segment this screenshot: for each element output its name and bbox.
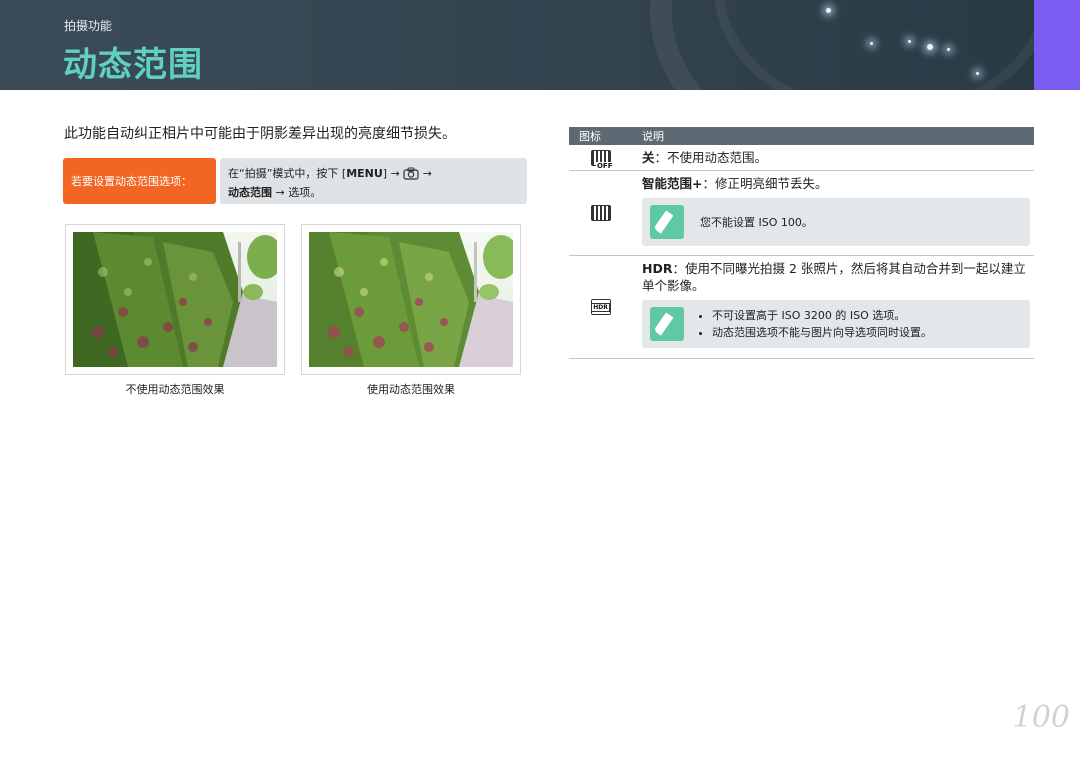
section-label: 拍摄功能 [64, 19, 113, 33]
option-desc: ：不使用动态范围。 [654, 150, 768, 165]
sparkle-icon [870, 42, 873, 45]
photo-image [73, 232, 277, 367]
sparkle-icon [908, 40, 911, 43]
header-decoration [714, 0, 1034, 90]
sparkle-icon [976, 72, 979, 75]
options-table: 图标 说明 OFF 关：不使用动态范围。 智能范围+：修正明亮细节丢失。 您不能… [569, 127, 1034, 359]
icon-label: OFF [595, 161, 614, 170]
row-description: HDR：使用不同曝光拍摄 2 张照片，然后将其自动合并到一起以建立单个影像。 [642, 260, 1030, 294]
row-content: 关：不使用动态范围。 [642, 145, 1034, 166]
icon-cell: HDR [569, 256, 632, 358]
icon-label: HDR [591, 302, 610, 312]
dr-smart-icon [590, 205, 611, 221]
howto-steps: 在“拍摄”模式中，按下 [MENU] → → 动态范围 → 选项。 [220, 158, 527, 204]
step-text: 在“拍摄”模式中，按下 [ [228, 167, 347, 180]
table-row-off: OFF 关：不使用动态范围。 [569, 145, 1034, 171]
photo-with-effect [301, 224, 521, 375]
photo-image [309, 232, 513, 367]
table-row-smart-range: 智能范围+：修正明亮细节丢失。 您不能设置 ISO 100。 [569, 171, 1034, 256]
note-list: 不可设置高于 ISO 3200 的 ISO 选项。 动态范围选项不能与图片向导选… [700, 307, 932, 341]
option-name: 关 [642, 150, 655, 165]
row-description: 关：不使用动态范围。 [642, 149, 1030, 166]
sparkle-icon [947, 48, 950, 51]
hdr-icon: HDR [590, 299, 611, 315]
row-description: 智能范围+：修正明亮细节丢失。 [642, 175, 1030, 192]
table-header: 图标 说明 [569, 127, 1034, 145]
option-desc: ：使用不同曝光拍摄 2 张照片，然后将其自动合并到一起以建立单个影像。 [642, 261, 1026, 293]
intro-text: 此功能自动纠正相片中可能由于阴影差异出现的亮度细节损失。 [64, 126, 456, 142]
page-title: 动态范围 [63, 45, 203, 85]
note-box: 您不能设置 ISO 100。 [642, 198, 1030, 246]
note-box: 不可设置高于 ISO 3200 的 ISO 选项。 动态范围选项不能与图片向导选… [642, 300, 1030, 348]
step-text: → 选项。 [272, 186, 322, 199]
step-text: → [419, 167, 433, 180]
menu-key: MENU [346, 167, 383, 180]
option-name: 智能范围+ [642, 176, 703, 191]
dr-off-icon: OFF [590, 149, 614, 170]
note-item: 动态范围选项不能与图片向导选项同时设置。 [712, 324, 932, 341]
icon-cell: OFF [569, 145, 632, 170]
page-number: 100 [1012, 700, 1070, 735]
accent-tab [1034, 0, 1080, 90]
row-content: HDR：使用不同曝光拍摄 2 张照片，然后将其自动合并到一起以建立单个影像。 不… [642, 256, 1034, 348]
note-item: 不可设置高于 ISO 3200 的 ISO 选项。 [712, 307, 932, 324]
camera-icon [403, 167, 419, 185]
option-name: HDR [642, 261, 673, 276]
note-text: 不可设置高于 ISO 3200 的 ISO 选项。 动态范围选项不能与图片向导选… [700, 307, 932, 341]
menu-option: 动态范围 [228, 186, 272, 199]
photo-caption: 使用动态范围效果 [367, 383, 455, 396]
sparkle-icon [826, 8, 831, 13]
row-content: 智能范围+：修正明亮细节丢失。 您不能设置 ISO 100。 [642, 171, 1034, 246]
note-pen-icon [650, 205, 684, 239]
howto-label: 若要设置动态范围选项： [63, 158, 216, 204]
note-pen-icon [650, 307, 684, 341]
icon-cell [569, 171, 632, 255]
page-header: 拍摄功能 动态范围 [0, 0, 1034, 90]
sparkle-icon [927, 44, 933, 50]
column-header-icon: 图标 [579, 130, 601, 143]
column-header-description: 说明 [642, 130, 664, 143]
table-row-hdr: HDR HDR：使用不同曝光拍摄 2 张照片，然后将其自动合并到一起以建立单个影… [569, 256, 1034, 359]
option-desc: ：修正明亮细节丢失。 [702, 176, 828, 191]
photo-caption: 不使用动态范围效果 [125, 383, 225, 396]
note-text: 您不能设置 ISO 100。 [700, 215, 813, 229]
step-text: ] → [382, 167, 404, 180]
photo-without-effect [65, 224, 285, 375]
